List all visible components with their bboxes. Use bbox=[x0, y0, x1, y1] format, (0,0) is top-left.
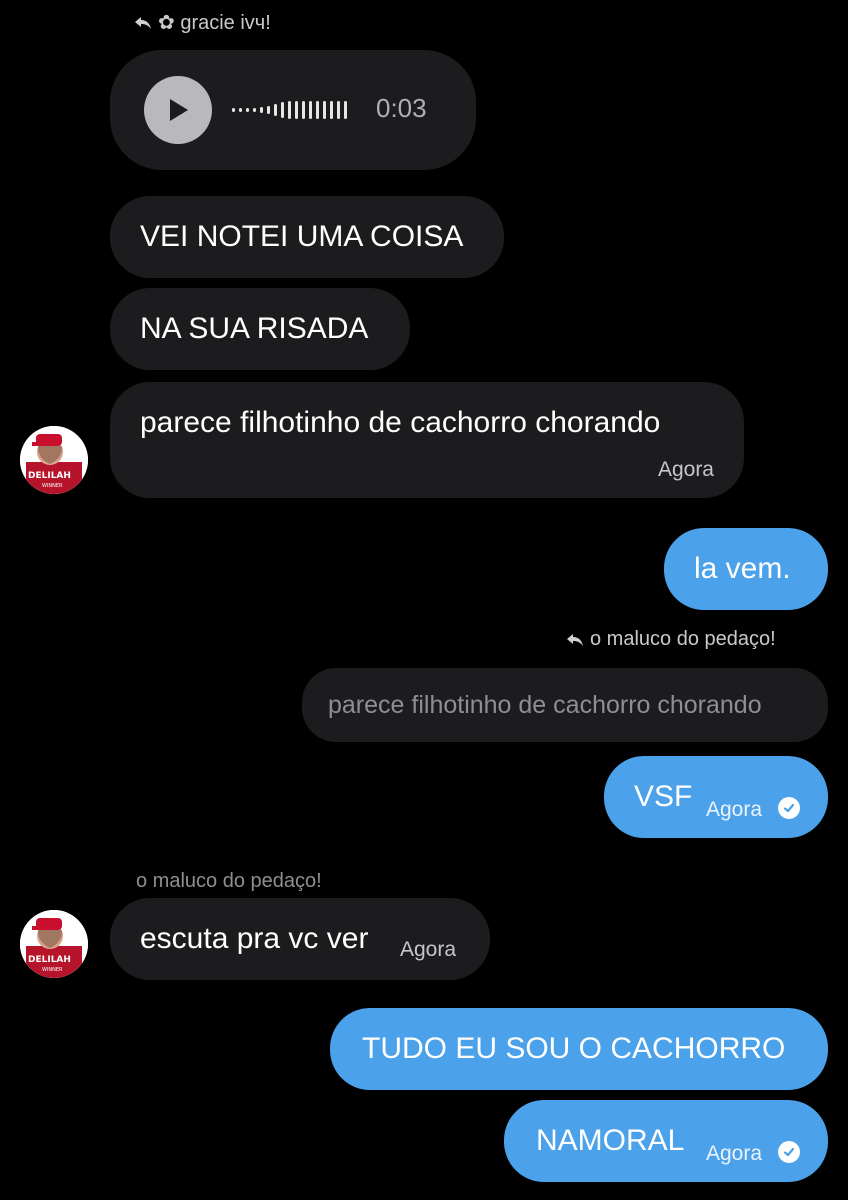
voice-duration: 0:03 bbox=[376, 93, 427, 123]
reply-header-name: o maluco do pedaço! bbox=[590, 628, 776, 650]
quoted-text: parece filhotinho de cachorro chorando bbox=[328, 691, 762, 719]
message-bubble-outgoing[interactable]: TUDO EU SOU O CACHORRO bbox=[330, 1008, 828, 1090]
read-check-icon bbox=[778, 797, 800, 819]
message-bubble-outgoing[interactable]: la vem. bbox=[664, 528, 828, 610]
message-bubble-incoming[interactable]: NA SUA RISADA bbox=[110, 288, 410, 370]
message-text: VEI NOTEI UMA COISA bbox=[140, 220, 464, 253]
svg-text:DELILAH: DELILAH bbox=[28, 471, 71, 481]
reply-arrow-icon bbox=[134, 15, 152, 31]
reply-arrow-icon bbox=[566, 632, 584, 648]
message-text: NAMORAL bbox=[536, 1124, 685, 1157]
message-text: NA SUA RISADA bbox=[140, 312, 369, 345]
svg-text:WINNER: WINNER bbox=[42, 483, 63, 489]
avatar-image: DELILAH WINNER bbox=[20, 910, 88, 978]
read-check-icon bbox=[778, 1141, 800, 1163]
message-text: parece filhotinho de cachorro chorando bbox=[140, 406, 661, 439]
message-bubble-outgoing[interactable]: NAMORAL Agora bbox=[504, 1100, 828, 1182]
avatar-image: DELILAH WINNER bbox=[20, 426, 88, 494]
svg-text:WINNER: WINNER bbox=[42, 967, 63, 973]
message-time: Agora bbox=[400, 938, 457, 961]
message-text: VSF bbox=[634, 780, 693, 813]
message-text: escuta pra vc ver bbox=[140, 922, 369, 955]
message-bubble-incoming[interactable]: escuta pra vc ver Agora bbox=[110, 898, 490, 980]
svg-text:DELILAH: DELILAH bbox=[28, 955, 71, 965]
avatar[interactable]: DELILAH WINNER bbox=[20, 426, 88, 494]
message-time: Agora bbox=[657, 458, 714, 481]
waveform bbox=[232, 101, 347, 119]
play-button[interactable] bbox=[144, 76, 212, 144]
reply-header-mid: o maluco do pedaço! bbox=[566, 628, 776, 651]
quoted-message[interactable]: parece filhotinho de cachorro chorando bbox=[302, 668, 828, 742]
reply-header-name: ✿ gracie ivч! bbox=[158, 12, 271, 34]
play-icon bbox=[170, 99, 188, 121]
message-bubble-outgoing[interactable]: VSF Agora bbox=[604, 756, 828, 838]
message-time: Agora bbox=[706, 798, 763, 821]
message-text: TUDO EU SOU O CACHORRO bbox=[362, 1032, 786, 1065]
message-time: Agora bbox=[706, 1142, 763, 1165]
voice-message-bubble: 0:03 bbox=[110, 50, 476, 170]
message-bubble-incoming[interactable]: VEI NOTEI UMA COISA bbox=[110, 196, 504, 278]
message-bubble-incoming[interactable]: parece filhotinho de cachorro chorando A… bbox=[110, 382, 744, 498]
avatar[interactable]: DELILAH WINNER bbox=[20, 910, 88, 978]
sender-label: o maluco do pedaço! bbox=[136, 870, 322, 892]
message-text: la vem. bbox=[694, 552, 791, 585]
reply-header-top: ✿ gracie ivч! bbox=[134, 10, 271, 35]
